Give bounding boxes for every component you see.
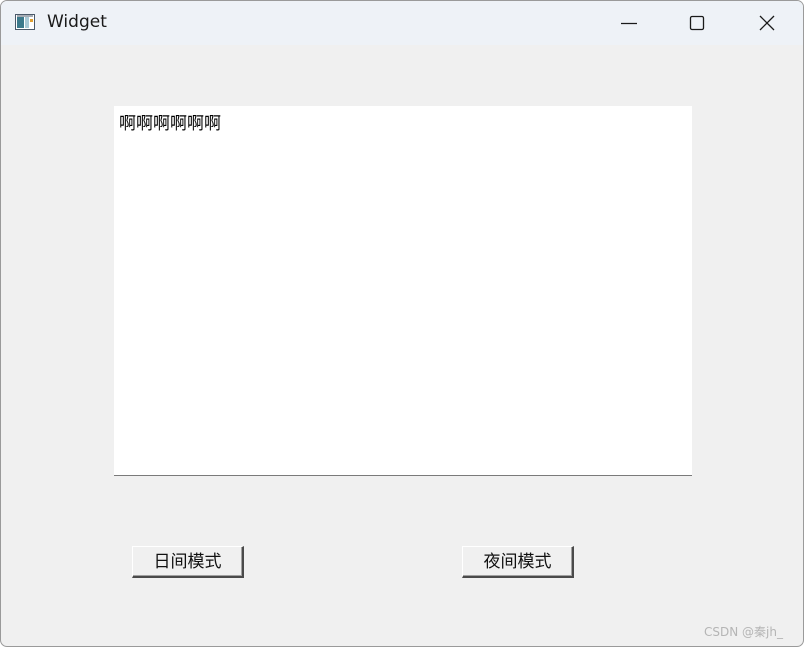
close-icon (759, 15, 775, 31)
text-edit-content: 啊啊啊啊啊啊 (119, 114, 221, 134)
window-title: Widget (47, 12, 107, 32)
app-icon (15, 14, 35, 30)
watermark: CSDN @秦jh_ (704, 625, 783, 639)
minimize-button[interactable] (595, 1, 663, 45)
minimize-icon (621, 22, 637, 25)
title-bar[interactable]: Widget (1, 1, 803, 45)
night-mode-button[interactable]: 夜间模式 (462, 546, 574, 578)
text-edit[interactable]: 啊啊啊啊啊啊 (114, 106, 692, 476)
close-button[interactable] (733, 1, 801, 45)
application-window: Widget 啊啊啊啊啊啊 日间模式 夜间模式 CSDN @秦jh_ (0, 0, 804, 647)
day-mode-button[interactable]: 日间模式 (132, 546, 244, 578)
maximize-icon (689, 15, 705, 31)
maximize-button[interactable] (663, 1, 731, 45)
